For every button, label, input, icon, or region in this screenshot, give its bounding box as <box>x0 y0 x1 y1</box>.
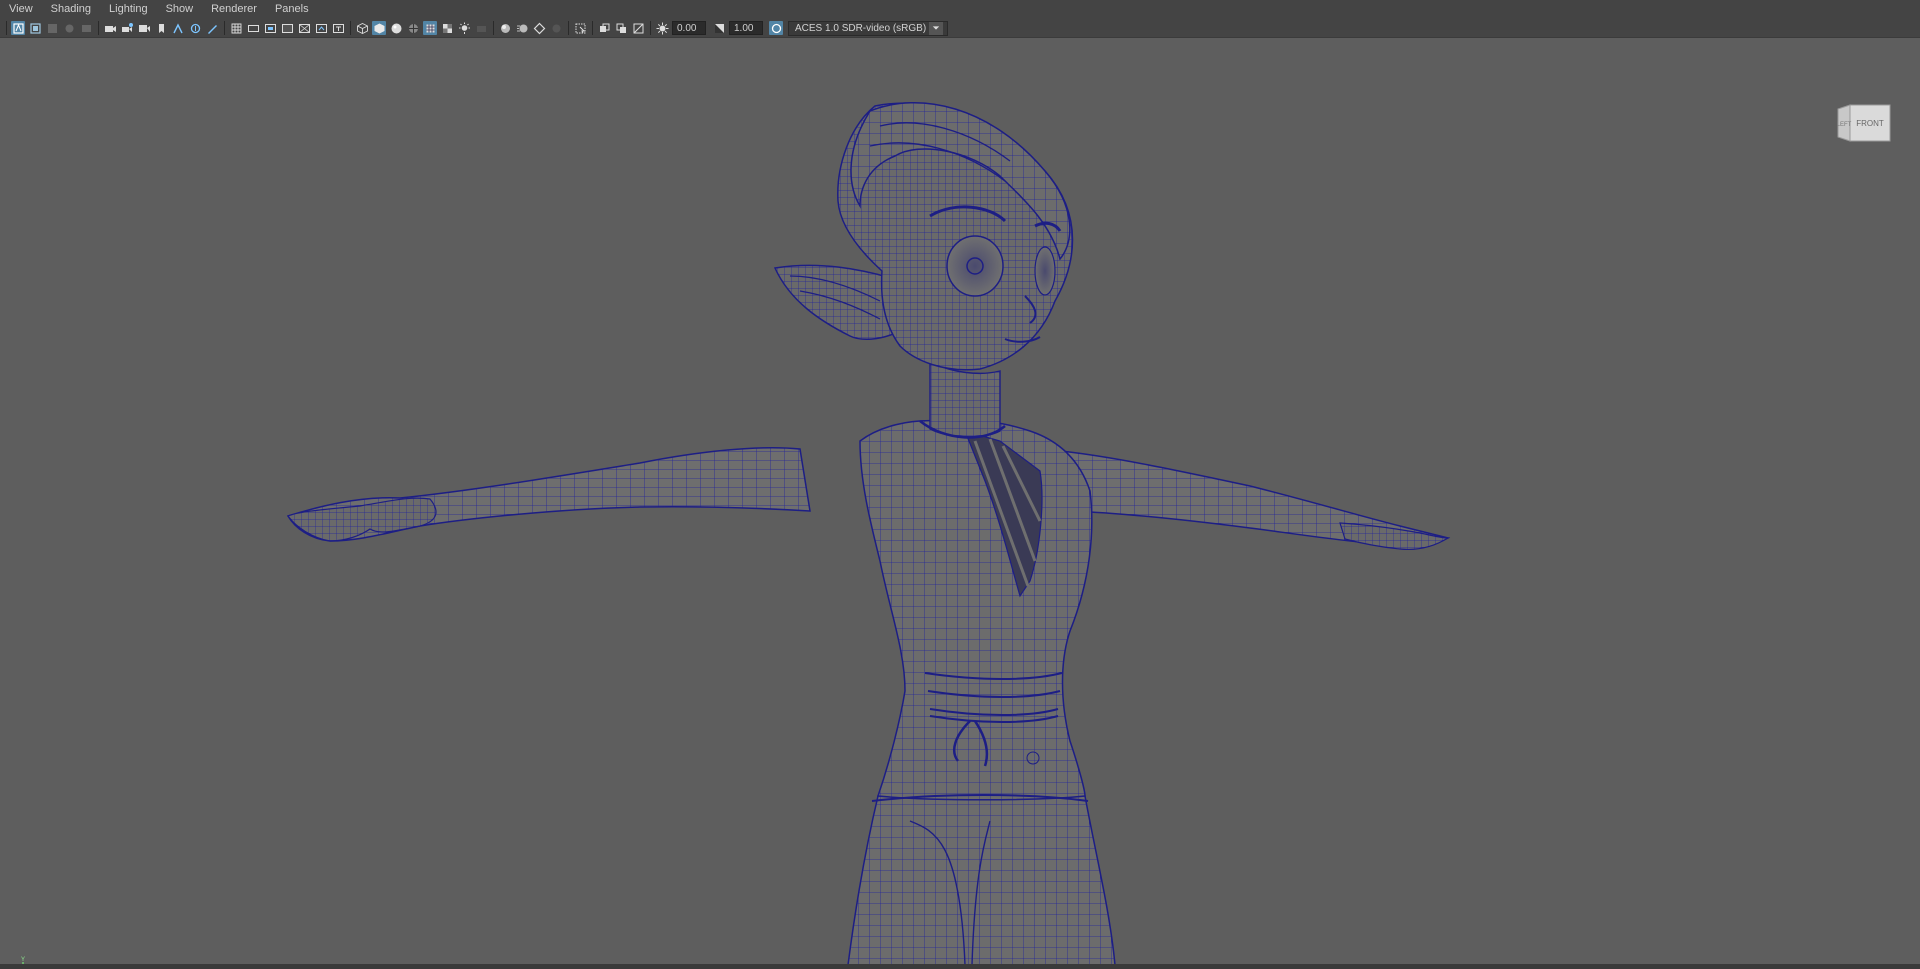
torso-mesh <box>859 419 1093 801</box>
menu-panels[interactable]: Panels <box>266 0 318 19</box>
axis-indicator: Y Z <box>18 956 38 964</box>
wireframe-icon[interactable] <box>355 21 369 35</box>
3d-viewport[interactable]: LEFT FRONT Y Z persp <box>0 37 1920 964</box>
textured-icon[interactable] <box>440 21 454 35</box>
field-chart-icon[interactable] <box>297 21 311 35</box>
2d-pan-icon[interactable] <box>188 21 202 35</box>
gamma-field[interactable]: 1.00 <box>729 21 763 35</box>
smooth-shade-icon[interactable] <box>372 21 386 35</box>
menu-shading[interactable]: Shading <box>42 0 100 19</box>
gate-mask-icon[interactable] <box>280 21 294 35</box>
bookmark-icon[interactable] <box>154 21 168 35</box>
camera-icon[interactable] <box>103 21 117 35</box>
wireframe-on-shaded-small-icon[interactable] <box>406 21 420 35</box>
safe-action-icon[interactable] <box>314 21 328 35</box>
safe-title-icon[interactable] <box>331 21 345 35</box>
toolbar-divider <box>592 21 593 35</box>
pants-mesh <box>847 791 1116 964</box>
select-camera-icon[interactable] <box>11 21 25 35</box>
neck-mesh <box>929 359 1001 438</box>
viewport-bottom-border <box>0 964 1920 969</box>
viewcube[interactable]: LEFT FRONT <box>1836 101 1892 145</box>
image-plane-icon[interactable] <box>62 21 76 35</box>
menu-view[interactable]: View <box>0 0 42 19</box>
chevron-down-icon[interactable] <box>929 21 943 35</box>
anti-aliasing-icon[interactable] <box>532 21 546 35</box>
axis-y-label: Y <box>21 957 25 963</box>
exposure-field[interactable]: 0.00 <box>672 21 706 35</box>
panel-menubar: View Shading Lighting Show Renderer Pane… <box>0 0 1920 19</box>
menu-lighting[interactable]: Lighting <box>100 0 157 19</box>
toolbar-divider <box>568 21 569 35</box>
view-transform-label: ACES 1.0 SDR-video (sRGB) <box>795 22 927 34</box>
shadows-icon[interactable] <box>474 21 488 35</box>
grid-icon[interactable] <box>229 21 243 35</box>
menu-show[interactable]: Show <box>157 0 203 19</box>
menu-renderer[interactable]: Renderer <box>202 0 266 19</box>
wireframe-on-shaded-icon[interactable] <box>423 21 437 35</box>
depth-of-field-icon[interactable] <box>549 21 563 35</box>
camera-attributes-icon[interactable] <box>28 21 42 35</box>
exposure-icon[interactable] <box>655 21 669 35</box>
toolbar-divider <box>6 21 7 35</box>
xray-icon[interactable] <box>597 21 611 35</box>
grease-pencil-icon[interactable] <box>205 21 219 35</box>
toolbar-divider <box>224 21 225 35</box>
eye <box>946 235 1004 297</box>
toolbar-divider <box>98 21 99 35</box>
bookmarks-icon[interactable] <box>45 21 59 35</box>
motion-blur-icon[interactable] <box>515 21 529 35</box>
xray-joints-icon[interactable] <box>614 21 628 35</box>
camera-sequence-icon[interactable] <box>137 21 151 35</box>
panel-toolbar: 0.00 1.00 ACES 1.0 SDR-video (sRGB) <box>0 19 1920 37</box>
backface-culling-icon[interactable] <box>631 21 645 35</box>
toolbar-divider <box>350 21 351 35</box>
2d-pan-zoom-icon[interactable] <box>79 21 93 35</box>
viewcube-left-face[interactable]: LEFT <box>1837 122 1852 128</box>
image-plane-pencil-icon[interactable] <box>171 21 185 35</box>
default-material-icon[interactable] <box>389 21 403 35</box>
use-all-lights-icon[interactable] <box>457 21 471 35</box>
lock-camera-icon[interactable] <box>120 21 134 35</box>
isolate-select-icon[interactable] <box>573 21 587 35</box>
resolution-gate-icon[interactable] <box>263 21 277 35</box>
screen-space-ao-icon[interactable] <box>498 21 512 35</box>
color-management-icon[interactable] <box>769 21 783 35</box>
viewcube-front-face[interactable]: FRONT <box>1856 119 1884 128</box>
toolbar-divider <box>650 21 651 35</box>
character-wireframe-model <box>286 102 1451 964</box>
view-transform-dropdown[interactable]: ACES 1.0 SDR-video (sRGB) <box>788 20 948 36</box>
toolbar-divider <box>493 21 494 35</box>
gamma-icon[interactable] <box>712 21 726 35</box>
film-gate-icon[interactable] <box>246 21 260 35</box>
